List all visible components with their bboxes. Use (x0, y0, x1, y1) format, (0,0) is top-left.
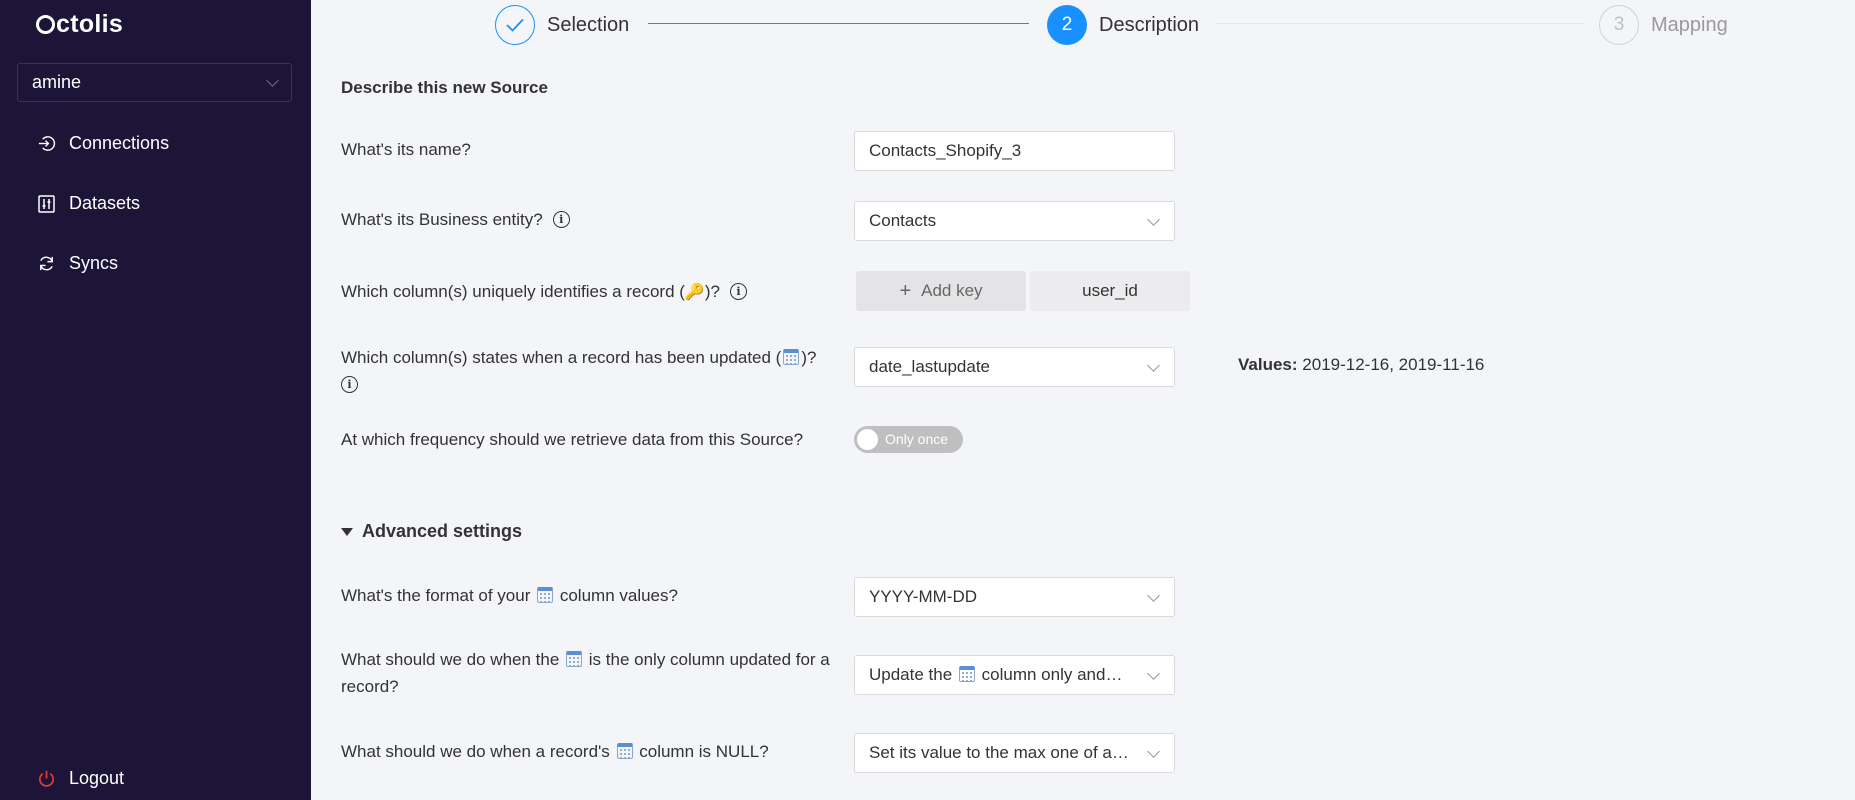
chevron-down-icon (1147, 359, 1160, 372)
sidebar-item-syncs[interactable]: Syncs (36, 253, 118, 274)
question-text: What's its Business entity? (341, 210, 543, 229)
update-column-select[interactable]: date_lastupdate (854, 347, 1175, 387)
step-label: Mapping (1651, 13, 1728, 36)
sidebar-item-label: Datasets (69, 193, 141, 213)
entity-question: What's its Business entity? i (341, 206, 570, 233)
sidebar-item-label: Syncs (69, 253, 119, 273)
logout-button[interactable]: Logout (36, 768, 124, 789)
question-text: What should we do when a record's (341, 742, 610, 761)
sample-values: Values: 2019-12-16, 2019-11-16 (1238, 355, 1484, 375)
main-content: Selection 2 Description 3 Mapping Descri… (311, 0, 1855, 800)
values-label: Values: (1238, 355, 1298, 374)
calendar-icon (783, 348, 800, 365)
date-format-select[interactable]: YYYY-MM-DD (854, 577, 1175, 617)
select-value: Contacts (869, 211, 937, 230)
step-label: Selection (547, 13, 630, 36)
sidebar-item-datasets[interactable]: Datasets (36, 193, 140, 214)
business-entity-select[interactable]: Contacts (854, 201, 1175, 241)
input-value: Contacts_Shopify_3 (869, 141, 1022, 160)
question-text: column is NULL? (639, 742, 769, 761)
chevron-down-icon (266, 73, 279, 87)
sync-icon (36, 254, 56, 274)
add-key-label: Add key (921, 281, 983, 300)
question-text: What's the format of your (341, 586, 531, 605)
check-icon (495, 5, 535, 45)
key-chip[interactable]: user_id (1030, 271, 1190, 311)
key-icon: 🔑 (684, 284, 705, 301)
calendar-icon (537, 586, 554, 603)
calendar-icon (958, 665, 975, 682)
question-text: )? (704, 282, 720, 301)
name-question: What's its name? (341, 140, 471, 159)
null-handling-select[interactable]: Set its value to the max one of a… (854, 733, 1175, 773)
info-icon[interactable]: i (341, 376, 358, 394)
null-question: What should we do when a record's column… (341, 738, 769, 765)
question-text: Which column(s) uniquely identifies a re… (341, 282, 685, 301)
select-value: Update the column only and… (869, 665, 1122, 685)
logo-mark-icon (36, 15, 55, 34)
step-selection[interactable]: Selection (495, 5, 629, 45)
sidebar: ctolis amine Connections Datasets Syncs … (0, 0, 311, 800)
format-question: What's the format of your column values? (341, 582, 678, 609)
question-text: column values? (559, 586, 678, 605)
select-value: date_lastupdate (869, 357, 990, 376)
select-value: Set its value to the max one of a… (869, 743, 1129, 762)
frequency-toggle[interactable]: Only once (854, 426, 963, 453)
sliders-icon (36, 194, 56, 214)
keys-question: Which column(s) uniquely identifies a re… (341, 278, 747, 306)
chevron-down-icon (1147, 745, 1160, 758)
advanced-settings-toggle[interactable]: Advanced settings (341, 521, 522, 542)
step-label: Description (1099, 13, 1200, 36)
chevron-down-icon (1147, 589, 1160, 602)
step-mapping: 3 Mapping (1599, 5, 1728, 45)
workspace-name: amine (32, 72, 82, 92)
info-icon[interactable]: i (729, 283, 747, 301)
sidebar-item-connections[interactable]: Connections (36, 133, 169, 154)
calendar-icon (566, 650, 583, 667)
workspace-select[interactable]: amine (17, 63, 292, 102)
step-number: 3 (1599, 5, 1639, 45)
step-connector (1215, 23, 1585, 24)
info-icon[interactable]: i (552, 211, 570, 229)
only-updated-question: What should we do when the is the only c… (341, 646, 841, 700)
select-value: YYYY-MM-DD (869, 587, 977, 606)
toggle-knob (857, 429, 878, 450)
question-text: )? (801, 348, 817, 367)
plus-icon: + (899, 279, 912, 302)
update-question: Which column(s) states when a record has… (341, 344, 861, 398)
advanced-title: Advanced settings (362, 521, 523, 541)
section-title: Describe this new Source (341, 78, 548, 97)
app-logo[interactable]: ctolis (36, 10, 123, 39)
step-connector (648, 23, 1029, 24)
source-name-input[interactable]: Contacts_Shopify_3 (854, 131, 1175, 171)
login-icon (36, 134, 56, 154)
values-text: 2019-12-16, 2019-11-16 (1302, 355, 1485, 374)
select-text: column only and… (981, 665, 1123, 684)
add-key-button[interactable]: + Add key (856, 271, 1026, 311)
question-text: Which column(s) states when a record has… (341, 348, 782, 367)
only-updated-select[interactable]: Update the column only and… (854, 655, 1175, 695)
toggle-label: Only once (885, 431, 949, 447)
logo-text: ctolis (56, 10, 124, 38)
calendar-icon (616, 742, 633, 759)
step-description: 2 Description (1047, 5, 1199, 45)
question-text: What should we do when the (341, 650, 560, 669)
sidebar-item-label: Connections (69, 133, 170, 153)
select-text: Update the (869, 665, 953, 684)
step-number: 2 (1047, 5, 1087, 45)
chevron-down-icon (1147, 213, 1160, 226)
caret-down-icon (341, 527, 353, 536)
frequency-question: At which frequency should we retrieve da… (341, 430, 804, 449)
power-icon (36, 769, 56, 789)
logout-label: Logout (69, 768, 125, 788)
chevron-down-icon (1147, 667, 1160, 680)
